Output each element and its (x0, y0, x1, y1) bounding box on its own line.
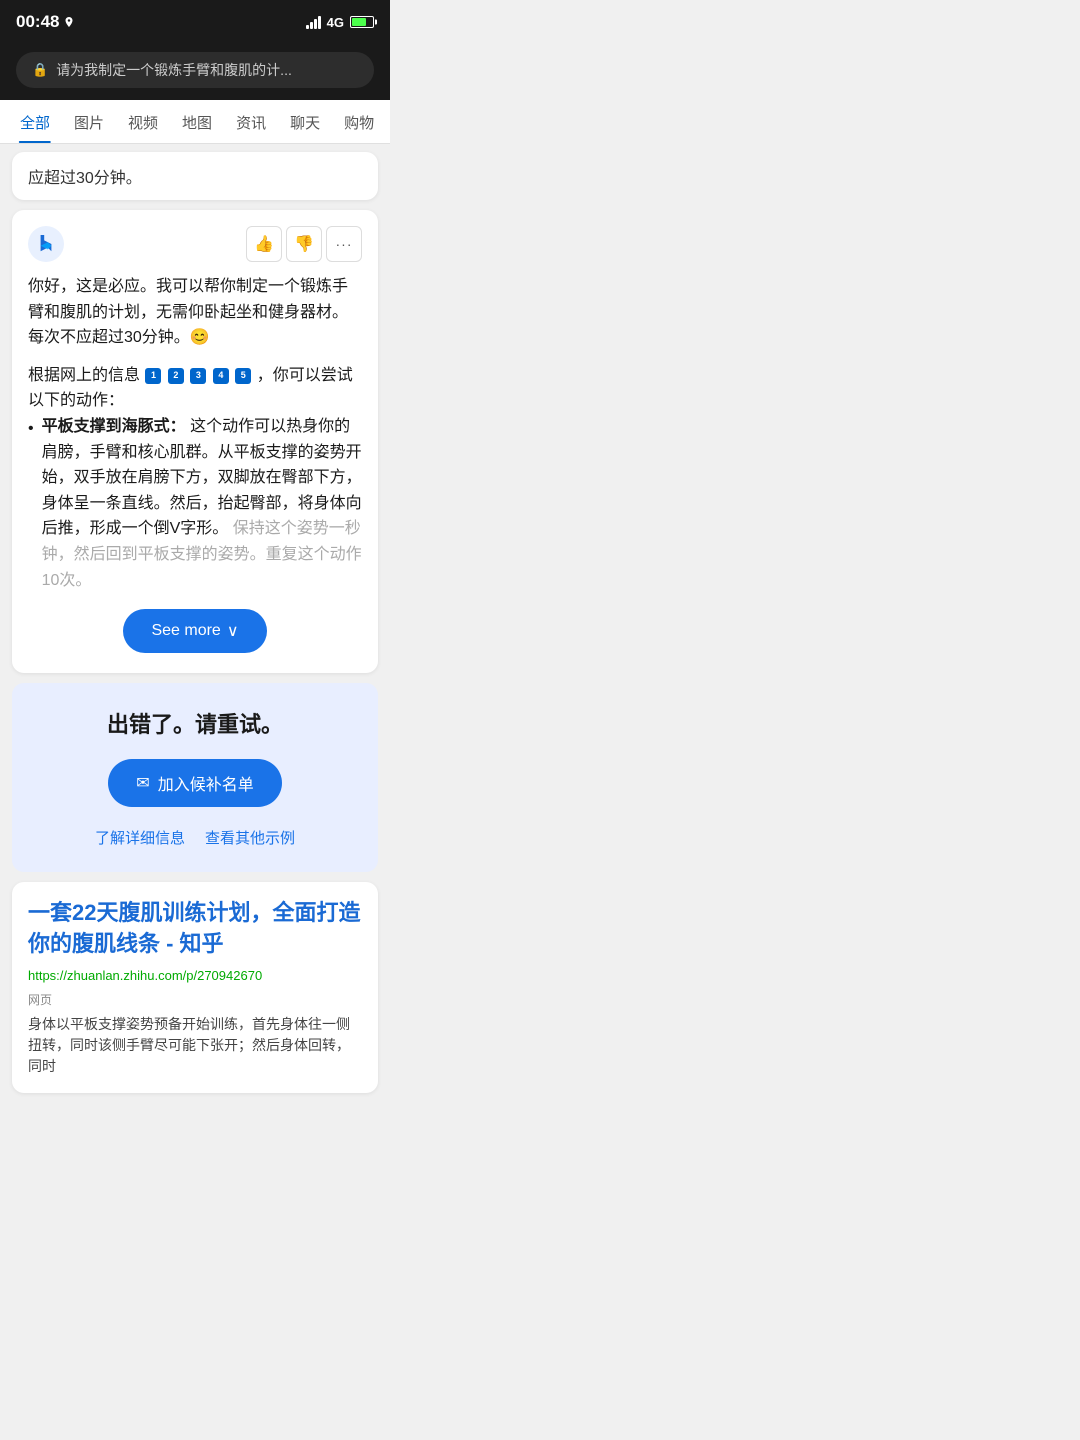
tab-video[interactable]: 视频 (116, 100, 170, 143)
tab-news[interactable]: 资讯 (224, 100, 278, 143)
see-more-button[interactable]: See more ∨ (123, 609, 266, 653)
bing-response-content: 你好，这是必应。我可以帮你制定一个锻炼手臂和腹肌的计划，无需仰卧起坐和健身器材。… (28, 274, 362, 653)
tab-all[interactable]: 全部 (8, 100, 62, 143)
signal-icon (306, 16, 321, 29)
citation-1[interactable]: 1 (145, 368, 161, 384)
list-item: • 平板支撑到海豚式： 这个动作可以热身你的肩膀，手臂和核心肌群。从平板支撑的姿… (28, 414, 362, 593)
citation-5[interactable]: 5 (235, 368, 251, 384)
status-icons: 4G (306, 15, 374, 30)
waitlist-button[interactable]: ✉ 加入候补名单 (108, 759, 281, 807)
more-options-button[interactable]: ··· (326, 226, 362, 262)
tabs-container: 全部 图片 视频 地图 资讯 聊天 购物 航班 (0, 100, 390, 144)
partial-top-text: 应超过30分钟。 (12, 152, 378, 200)
tab-map[interactable]: 地图 (170, 100, 224, 143)
network-type: 4G (327, 15, 344, 30)
view-examples-link[interactable]: 查看其他示例 (205, 827, 295, 848)
tab-flights[interactable]: 航班 (386, 100, 390, 143)
bing-logo (28, 226, 64, 262)
citation-2[interactable]: 2 (168, 368, 184, 384)
search-query: 请为我制定一个锻炼手臂和腹肌的计... (56, 60, 292, 80)
article-meta-type: 网页 (28, 993, 52, 1007)
bing-citation-line: 根据网上的信息 1 2 3 4 5 ，你可以尝试以下的动作： (28, 363, 362, 414)
article-snippet: 身体以平板支撑姿势预备开始训练，首先身体往一侧扭转，同时该侧手臂尽可能下张开；然… (28, 1014, 362, 1077)
error-card: 出错了。请重试。 ✉ 加入候补名单 了解详细信息 查看其他示例 (12, 683, 378, 872)
tab-images[interactable]: 图片 (62, 100, 116, 143)
citation-prefix: 根据网上的信息 (28, 367, 140, 384)
article-meta: 网页 (28, 991, 362, 1008)
bullet-icon: • (28, 416, 34, 593)
battery-icon (350, 16, 374, 28)
email-icon: ✉ (136, 773, 149, 793)
search-bar: 🔒 请为我制定一个锻炼手臂和腹肌的计... (0, 44, 390, 100)
location-icon (63, 16, 75, 28)
exercise-list: • 平板支撑到海豚式： 这个动作可以热身你的肩膀，手臂和核心肌群。从平板支撑的姿… (28, 414, 362, 593)
learn-more-link[interactable]: 了解详细信息 (95, 827, 185, 848)
partial-text: 应超过30分钟。 (28, 170, 142, 187)
citation-4[interactable]: 4 (213, 368, 229, 384)
status-time: 00:48 (16, 12, 75, 32)
error-title: 出错了。请重试。 (32, 707, 358, 739)
error-links: 了解详细信息 查看其他示例 (32, 827, 358, 848)
exercise-title: 平板支撑到海豚式： (42, 418, 186, 435)
status-bar: 00:48 4G (0, 0, 390, 44)
lock-icon: 🔒 (32, 62, 48, 78)
citation-3[interactable]: 3 (190, 368, 206, 384)
thumbs-up-button[interactable]: 👍 (246, 226, 282, 262)
bing-card-header: 👍 👎 ··· (28, 226, 362, 262)
list-item-content: 平板支撑到海豚式： 这个动作可以热身你的肩膀，手臂和核心肌群。从平板支撑的姿势开… (42, 414, 362, 593)
article-title[interactable]: 一套22天腹肌训练计划，全面打造你的腹肌线条 - 知乎 (28, 898, 362, 960)
see-more-label: See more (151, 622, 220, 640)
bing-ai-card: 👍 👎 ··· 你好，这是必应。我可以帮你制定一个锻炼手臂和腹肌的计划，无需仰卧… (12, 210, 378, 673)
search-input-container[interactable]: 🔒 请为我制定一个锻炼手臂和腹肌的计... (16, 52, 374, 88)
main-content: 应超过30分钟。 👍 👎 ··· 你好，这是必应。我可以帮你制定一个锻炼手臂和腹… (0, 144, 390, 1111)
tab-shopping[interactable]: 购物 (332, 100, 386, 143)
article-card: 一套22天腹肌训练计划，全面打造你的腹肌线条 - 知乎 https://zhua… (12, 882, 378, 1093)
chevron-down-icon: ∨ (227, 621, 239, 641)
article-url[interactable]: https://zhuanlan.zhihu.com/p/270942670 (28, 968, 362, 983)
thumbs-down-button[interactable]: 👎 (286, 226, 322, 262)
bing-intro-text: 你好，这是必应。我可以帮你制定一个锻炼手臂和腹肌的计划，无需仰卧起坐和健身器材。… (28, 274, 362, 351)
tabs: 全部 图片 视频 地图 资讯 聊天 购物 航班 (0, 100, 390, 143)
waitlist-label: 加入候补名单 (158, 771, 254, 795)
time-display: 00:48 (16, 12, 59, 32)
tab-chat[interactable]: 聊天 (278, 100, 332, 143)
bing-actions: 👍 👎 ··· (246, 226, 362, 262)
